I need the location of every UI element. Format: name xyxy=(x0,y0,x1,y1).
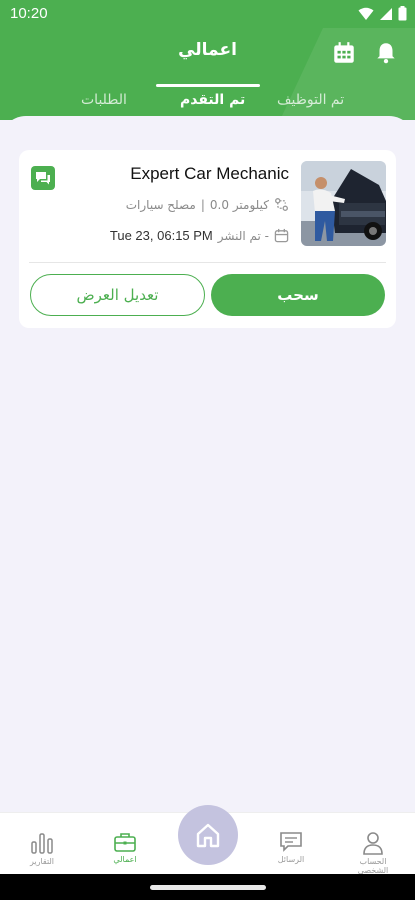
profile-icon xyxy=(363,832,383,855)
nav-profile-label: الحساب الشخصي xyxy=(357,857,389,875)
active-tab-indicator xyxy=(156,84,260,87)
job-card[interactable]: Expert Car Mechanic مصلح سيارات | كيلومت… xyxy=(19,150,396,328)
job-posted-row: Tue 23, 06:15 PM تم النشر - xyxy=(110,228,289,243)
tab-bar: تم التوظيف تم التقدم الطلبات xyxy=(0,88,415,116)
nav-my-jobs-label: اعمالي xyxy=(113,855,137,864)
job-distance: كيلومتر 0.0 xyxy=(209,197,269,212)
nav-messages-label: الرسائل xyxy=(277,855,305,864)
withdraw-button[interactable]: سحب xyxy=(211,274,385,316)
chat-icon xyxy=(36,172,50,185)
nav-reports-label: التقارير xyxy=(29,857,55,866)
distance-icon xyxy=(275,198,288,211)
system-navigation-bar xyxy=(0,874,415,900)
posted-date: Tue 23, 06:15 PM xyxy=(109,228,213,243)
nav-reports[interactable]: التقارير xyxy=(12,831,72,866)
tab-applied[interactable]: تم التقدم xyxy=(180,92,245,108)
calendar-small-icon xyxy=(274,228,289,243)
job-title: Expert Car Mechanic xyxy=(130,164,289,183)
home-icon xyxy=(196,823,220,848)
meta-separator: | xyxy=(200,197,205,212)
card-divider xyxy=(29,262,386,263)
mechanic-photo-icon xyxy=(301,161,386,246)
messages-icon xyxy=(280,832,302,852)
job-category: مصلح سيارات xyxy=(125,197,196,212)
status-time: 10:20 xyxy=(10,5,48,22)
tab-hired[interactable]: تم التوظيف xyxy=(277,92,344,108)
posted-label: تم النشر - xyxy=(217,228,269,243)
chat-button[interactable] xyxy=(31,166,55,190)
status-bar: 10:20 xyxy=(0,0,415,28)
edit-offer-button[interactable]: تعديل العرض xyxy=(30,274,205,316)
signal-icon xyxy=(380,7,392,20)
status-icons xyxy=(358,6,407,21)
app-header: اعمالي تم التوظيف تم التقدم الطلبات xyxy=(0,28,415,120)
gesture-handle[interactable] xyxy=(150,885,266,890)
nav-my-jobs[interactable]: اعمالي xyxy=(95,831,155,864)
job-photo xyxy=(301,161,386,246)
briefcase-icon xyxy=(114,833,136,852)
tab-requests[interactable]: الطلبات xyxy=(81,92,127,108)
reports-icon xyxy=(31,833,53,854)
wifi-icon xyxy=(358,7,374,20)
home-button[interactable] xyxy=(178,805,238,865)
nav-profile[interactable]: الحساب الشخصي xyxy=(343,831,403,875)
job-meta-row: مصلح سيارات | كيلومتر 0.0 xyxy=(126,197,289,212)
battery-icon xyxy=(398,6,407,21)
nav-messages[interactable]: الرسائل xyxy=(261,831,321,864)
page-title: اعمالي xyxy=(178,40,237,60)
